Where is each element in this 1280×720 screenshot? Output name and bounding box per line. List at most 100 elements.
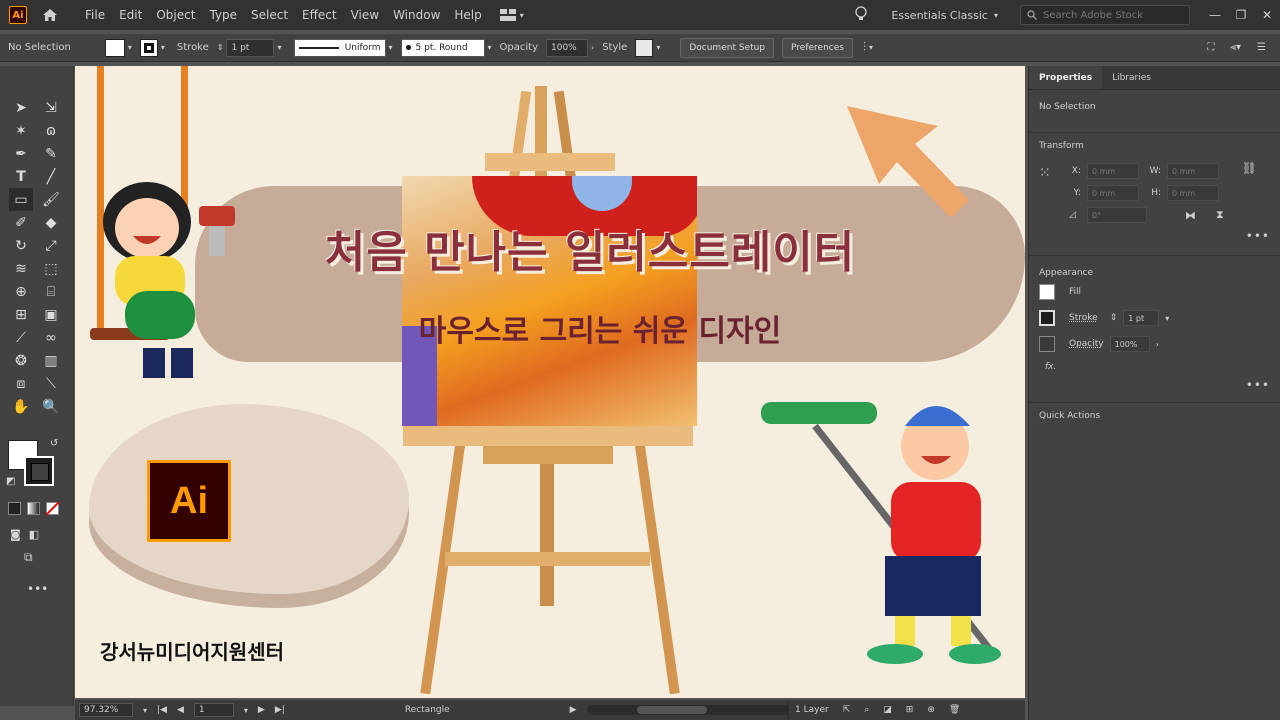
scale-tool-icon[interactable]: ⤢: [39, 234, 63, 257]
menu-type[interactable]: Type: [209, 8, 237, 22]
chevron-down-icon[interactable]: ▾: [143, 706, 147, 715]
status-menu-icon[interactable]: ▶: [570, 705, 577, 715]
line-tool-icon[interactable]: ╱: [39, 165, 63, 188]
stroke-color-box[interactable]: [24, 456, 54, 486]
zoom-tool-icon[interactable]: 🔍: [39, 395, 63, 418]
fx-icon[interactable]: fx.: [1045, 362, 1056, 372]
screen-mode-toggle-icon[interactable]: ⧉: [24, 550, 33, 565]
opacity-label[interactable]: Opacity: [500, 42, 538, 53]
arrange-icon[interactable]: ⫷▾: [1230, 42, 1241, 53]
constrain-proportions-icon[interactable]: ⛓: [1242, 161, 1257, 229]
curvature-tool-icon[interactable]: ✎: [39, 142, 63, 165]
stepper-icon[interactable]: ⇕: [1110, 313, 1118, 323]
new-layer-icon[interactable]: ⊕: [927, 705, 935, 715]
stroke-swatch[interactable]: [139, 38, 158, 57]
stroke-label[interactable]: Stroke: [177, 42, 209, 53]
home-icon[interactable]: [39, 6, 61, 24]
opacity-label-panel[interactable]: Opacity: [1069, 339, 1104, 349]
panel-menu-icon[interactable]: ☰: [1257, 42, 1266, 53]
scrollbar-thumb[interactable]: [636, 706, 707, 714]
w-field[interactable]: 0 mm: [1167, 163, 1219, 179]
eraser-tool-icon[interactable]: ◆: [39, 211, 63, 234]
opacity-field[interactable]: 100% ›: [546, 38, 594, 57]
close-button[interactable]: ✕: [1254, 8, 1280, 22]
angle-field[interactable]: 0°: [1087, 207, 1147, 223]
artboard-number-field[interactable]: 1: [193, 703, 234, 717]
swap-icon[interactable]: ↺: [50, 438, 58, 449]
stroke-profile-select[interactable]: Uniform ▾: [293, 38, 393, 57]
reference-point-icon[interactable]: ⁙: [1039, 165, 1059, 185]
new-sublayer-icon[interactable]: ⊞: [906, 705, 914, 715]
prev-artboard-icon[interactable]: ◀: [177, 705, 184, 715]
last-artboard-icon[interactable]: ▶|: [275, 705, 285, 715]
arrange-documents-button[interactable]: ▾: [499, 9, 524, 21]
stepper-icon[interactable]: ⇕: [217, 43, 224, 52]
more-options-icon[interactable]: •••: [1039, 378, 1270, 392]
menu-window[interactable]: Window: [393, 8, 440, 22]
next-artboard-icon[interactable]: ▶: [258, 705, 265, 715]
type-tool-icon[interactable]: T: [9, 165, 33, 188]
fill-swatch-control[interactable]: ▾: [104, 38, 132, 57]
style-swatch[interactable]: [635, 38, 654, 57]
style-select[interactable]: ▾: [635, 38, 660, 57]
column-graph-tool-icon[interactable]: ▥: [39, 349, 63, 372]
transform-icon[interactable]: ⛶: [1207, 42, 1214, 53]
workspace-switcher[interactable]: Essentials Classic ▾: [891, 9, 998, 22]
minimize-button[interactable]: —: [1202, 8, 1228, 22]
flip-vertical-icon[interactable]: ⧗: [1216, 208, 1224, 222]
stroke-profile-field[interactable]: Uniform: [293, 38, 386, 57]
h-field[interactable]: 0 mm: [1167, 185, 1219, 201]
zoom-field[interactable]: 97.32%: [79, 703, 133, 717]
stroke-label-panel[interactable]: Stroke: [1069, 313, 1098, 323]
menu-object[interactable]: Object: [156, 8, 195, 22]
restore-button[interactable]: ❐: [1228, 8, 1254, 22]
preferences-button[interactable]: Preferences: [782, 37, 853, 58]
direct-selection-tool-icon[interactable]: ⇲: [39, 96, 63, 119]
x-field[interactable]: 0 mm: [1087, 163, 1139, 179]
brush-field[interactable]: 5 pt. Round: [400, 38, 485, 57]
lightbulb-icon[interactable]: [855, 5, 868, 25]
artboard-tool-icon[interactable]: ⧈: [9, 372, 33, 395]
gradient-tool-icon[interactable]: ▣: [39, 303, 63, 326]
blend-tool-icon[interactable]: ∞: [39, 326, 63, 349]
default-colors-icon[interactable]: ◩: [6, 476, 15, 487]
lasso-tool-icon[interactable]: ɷ: [39, 119, 63, 142]
paintbrush-tool-icon[interactable]: 🖌: [39, 188, 63, 211]
shape-builder-tool-icon[interactable]: ⊕: [9, 280, 33, 303]
tab-properties[interactable]: Properties: [1029, 66, 1103, 89]
stroke-weight-panel[interactable]: 1 pt: [1123, 310, 1160, 326]
horizontal-scrollbar[interactable]: [586, 705, 807, 715]
fill-stroke-widget[interactable]: ↺ ◩: [6, 438, 60, 492]
hand-tool-icon[interactable]: ✋: [9, 395, 33, 418]
menu-edit[interactable]: Edit: [119, 8, 142, 22]
first-artboard-icon[interactable]: |◀: [157, 705, 167, 715]
chevron-right-icon[interactable]: ›: [1156, 340, 1159, 349]
perspective-grid-tool-icon[interactable]: ⌸: [39, 280, 63, 303]
draw-mode-icon[interactable]: ◙: [10, 528, 21, 541]
stroke-swatch-control[interactable]: ▾: [139, 38, 165, 57]
selection-tool-icon[interactable]: ➤: [9, 96, 33, 119]
eyedropper-tool-icon[interactable]: ⟋: [9, 326, 33, 349]
fill-swatch-panel[interactable]: [1039, 284, 1055, 300]
free-transform-tool-icon[interactable]: ⬚: [39, 257, 63, 280]
menu-file[interactable]: File: [85, 8, 105, 22]
more-options-icon[interactable]: •••: [1039, 229, 1270, 243]
fill-swatch[interactable]: [104, 38, 125, 57]
tab-libraries[interactable]: Libraries: [1102, 66, 1161, 89]
menu-select[interactable]: Select: [251, 8, 288, 22]
clipping-mask-icon[interactable]: ◪: [883, 705, 892, 715]
brush-select[interactable]: 5 pt. Round ▾: [400, 38, 492, 57]
menu-view[interactable]: View: [351, 8, 379, 22]
shaper-tool-icon[interactable]: ✐: [9, 211, 33, 234]
delete-layer-icon[interactable]: 🗑: [949, 705, 960, 715]
locate-object-icon[interactable]: ⌕: [864, 705, 869, 715]
rectangle-tool-icon[interactable]: ▭: [9, 188, 33, 211]
stock-search-input[interactable]: Search Adobe Stock: [1020, 5, 1190, 25]
align-options-icon[interactable]: ⫶ ▾: [863, 40, 873, 55]
export-icon[interactable]: ⇱: [843, 705, 851, 715]
chevron-down-icon[interactable]: ▾: [244, 706, 248, 715]
slice-tool-icon[interactable]: ⟍: [39, 372, 63, 395]
menu-help[interactable]: Help: [454, 8, 481, 22]
menu-effect[interactable]: Effect: [302, 8, 337, 22]
none-mode-icon[interactable]: [46, 502, 59, 515]
